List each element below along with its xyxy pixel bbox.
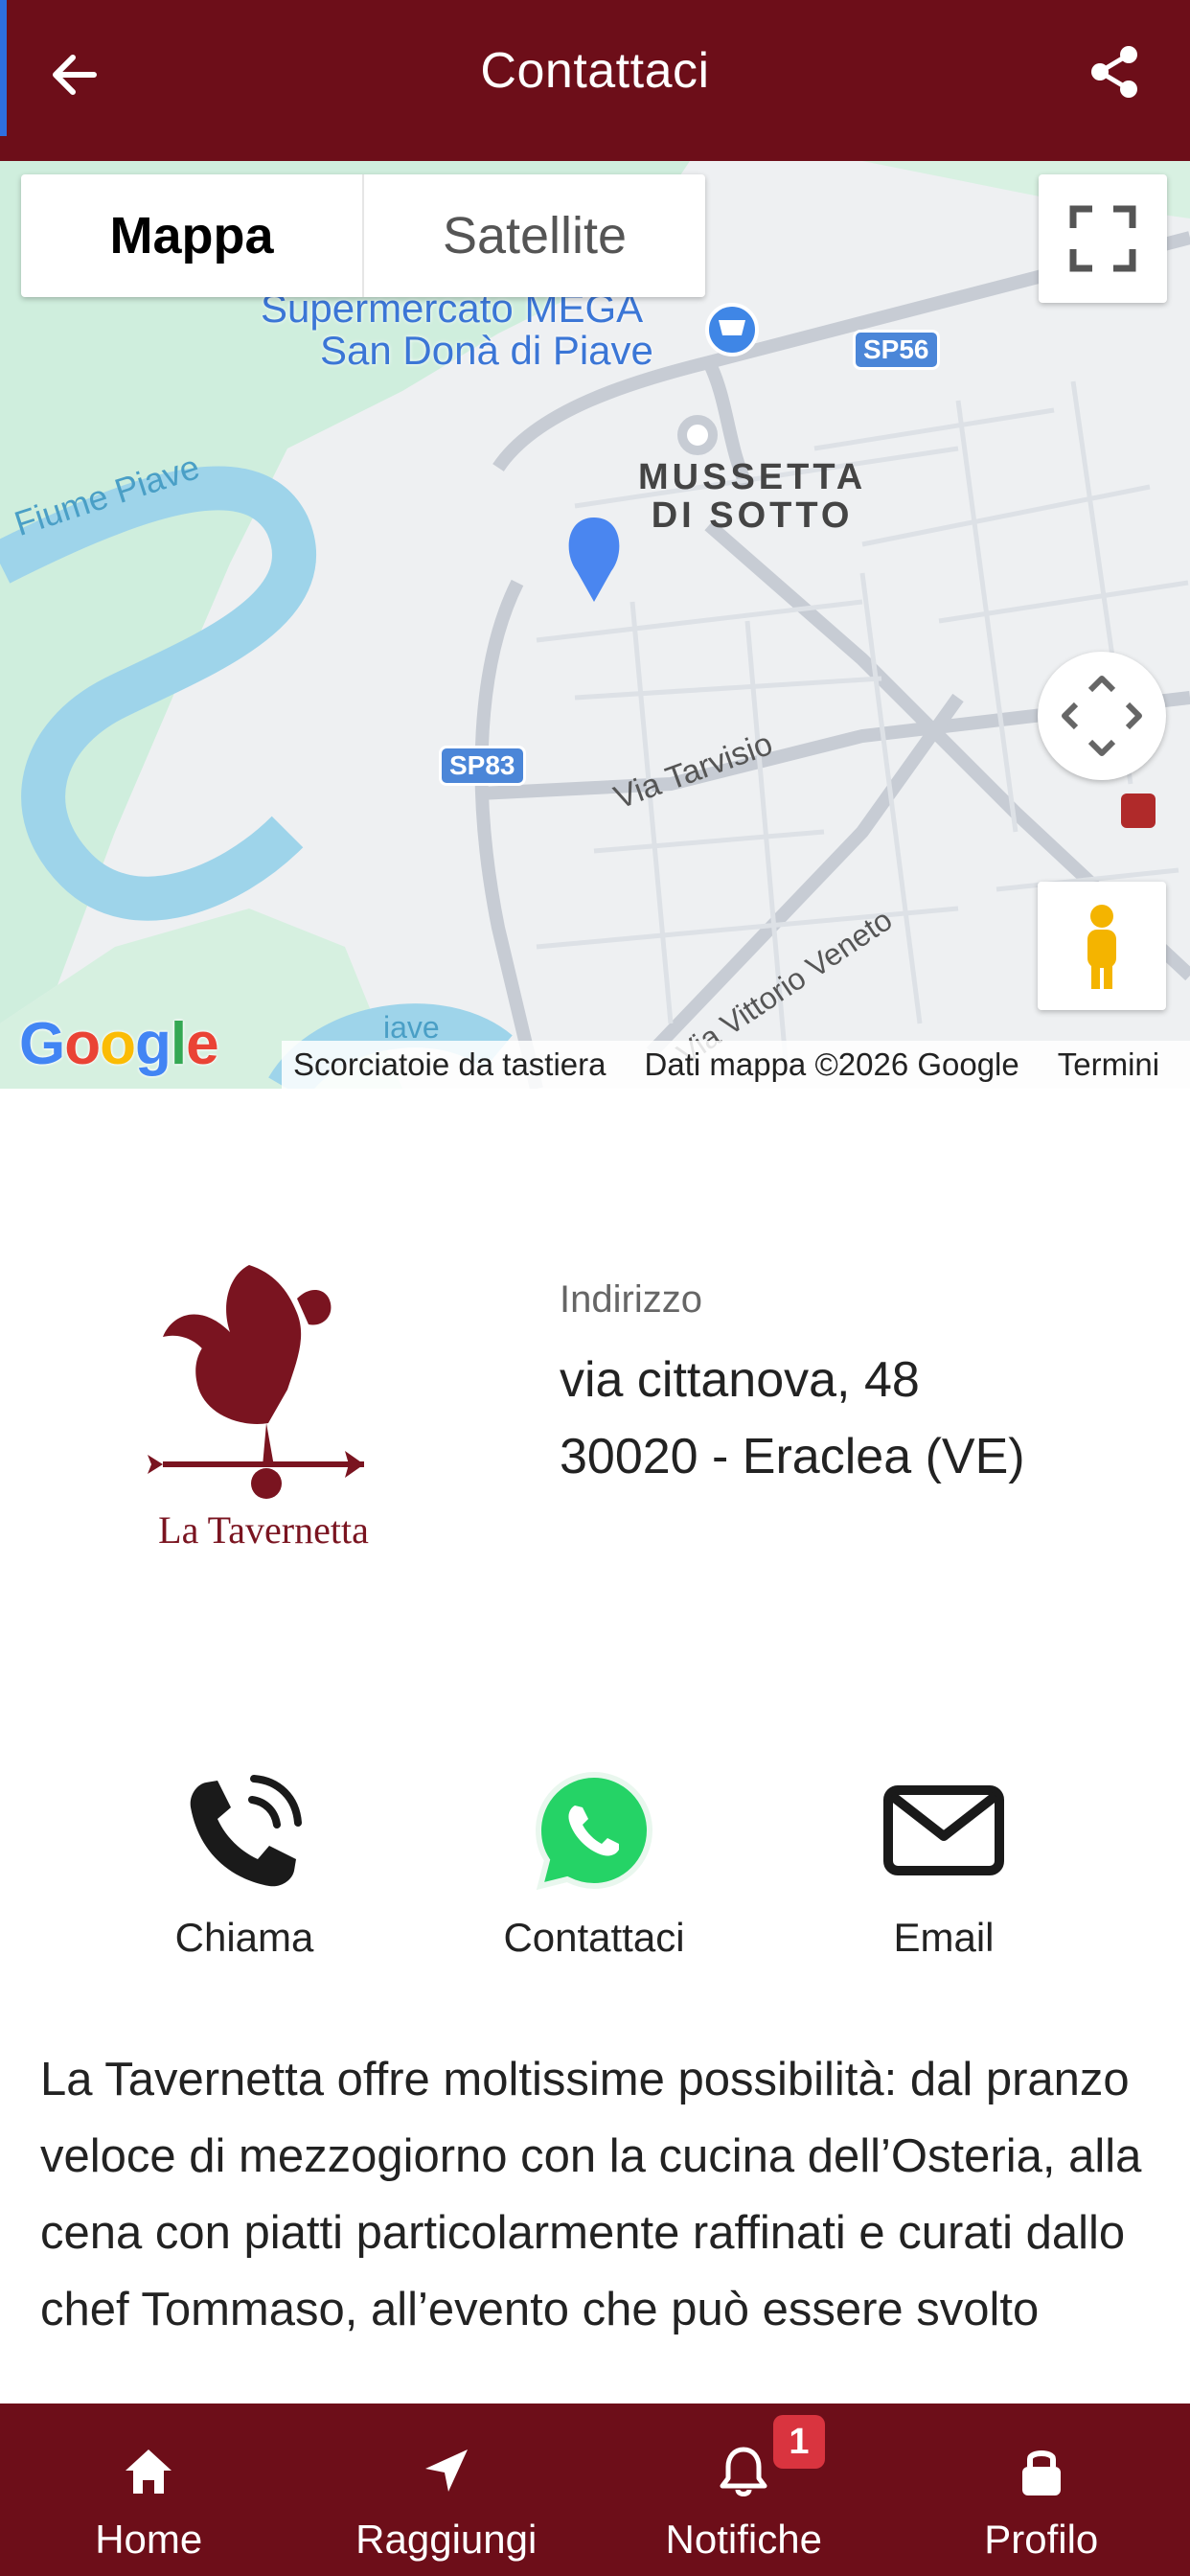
street-view-pegman-button[interactable] — [1038, 882, 1166, 1010]
map-data-credit: Dati mappa ©2026 Google — [644, 1046, 1019, 1082]
map-pan-control[interactable] — [1038, 652, 1166, 780]
nav-tab-home[interactable]: Home — [0, 2404, 298, 2576]
nav-label-home: Home — [95, 2517, 203, 2562]
call-action[interactable]: Chiama — [101, 1763, 388, 1961]
call-label: Chiama — [174, 1915, 314, 1960]
fullscreen-icon — [1069, 205, 1136, 272]
email-action[interactable]: Email — [800, 1763, 1087, 1961]
map-attribution-bar: Scorciatoie da tastiera Dati mappa ©2026… — [282, 1041, 1190, 1089]
nav-tab-raggiungi[interactable]: Raggiungi — [298, 2404, 596, 2576]
address-line-1: via cittanova, 48 — [560, 1352, 920, 1408]
nav-label-notifiche: Notifiche — [665, 2517, 822, 2562]
pegman-icon — [1087, 905, 1116, 989]
lock-icon — [1021, 2450, 1061, 2496]
nav-tab-notifiche[interactable]: 1 Notifiche — [595, 2404, 893, 2576]
nav-label-raggiungi: Raggiungi — [355, 2517, 538, 2562]
logo-text: La Tavernetta — [158, 1508, 369, 1552]
whatsapp-icon — [535, 1771, 653, 1891]
phone-call-icon — [190, 1775, 302, 1887]
envelope-icon — [883, 1785, 1004, 1875]
address-line-2: 30020 - Eraclea (VE) — [560, 1429, 1025, 1484]
address-label: Indirizzo — [560, 1278, 702, 1321]
nav-tab-profilo[interactable]: Profilo — [893, 2404, 1190, 2576]
terms-link[interactable]: Termini — [1058, 1046, 1159, 1083]
page-title: Contattaci — [480, 43, 710, 99]
map-type-satellite[interactable]: Satellite — [364, 174, 705, 297]
map-pin-icon — [568, 518, 620, 602]
share-icon[interactable] — [1087, 43, 1144, 101]
map-view[interactable]: Supermercato MEGA San Donà di Piave MUSS… — [0, 161, 1190, 1089]
keyboard-shortcuts-link[interactable]: Scorciatoie da tastiera — [293, 1046, 606, 1083]
nav-label-profilo: Profilo — [984, 2517, 1099, 2562]
district-label: MUSSETTA DI SOTTO — [638, 457, 867, 536]
whatsapp-action[interactable]: Contattaci — [450, 1763, 738, 1961]
app-header: Contattaci — [0, 0, 1190, 161]
pan-arrows-icon — [1062, 676, 1142, 756]
map-type-mappa[interactable]: Mappa — [21, 174, 364, 297]
restaurant-description: La Tavernetta offre moltissime possibili… — [40, 2054, 1142, 2335]
google-logo: Google — [19, 1011, 219, 1077]
email-label: Email — [893, 1915, 995, 1960]
navigation-arrow-icon — [424, 2450, 468, 2492]
home-icon — [126, 2450, 172, 2494]
fullscreen-button[interactable] — [1039, 174, 1167, 303]
whatsapp-label: Contattaci — [503, 1915, 685, 1960]
road-shield-sp56: SP56 — [853, 330, 940, 370]
bottom-navigation: Home Raggiungi 1 Notifiche Profilo — [0, 2404, 1190, 2576]
map-type-selector: Mappa Satellite — [21, 174, 705, 297]
poi-label: Supermercato MEGA San Donà di Piave — [261, 286, 653, 373]
bell-icon — [720, 2447, 767, 2496]
notification-badge: 1 — [773, 2415, 825, 2469]
restaurant-logo: La Tavernetta — [148, 1265, 369, 1552]
road-shield-sp83: SP83 — [439, 746, 526, 786]
